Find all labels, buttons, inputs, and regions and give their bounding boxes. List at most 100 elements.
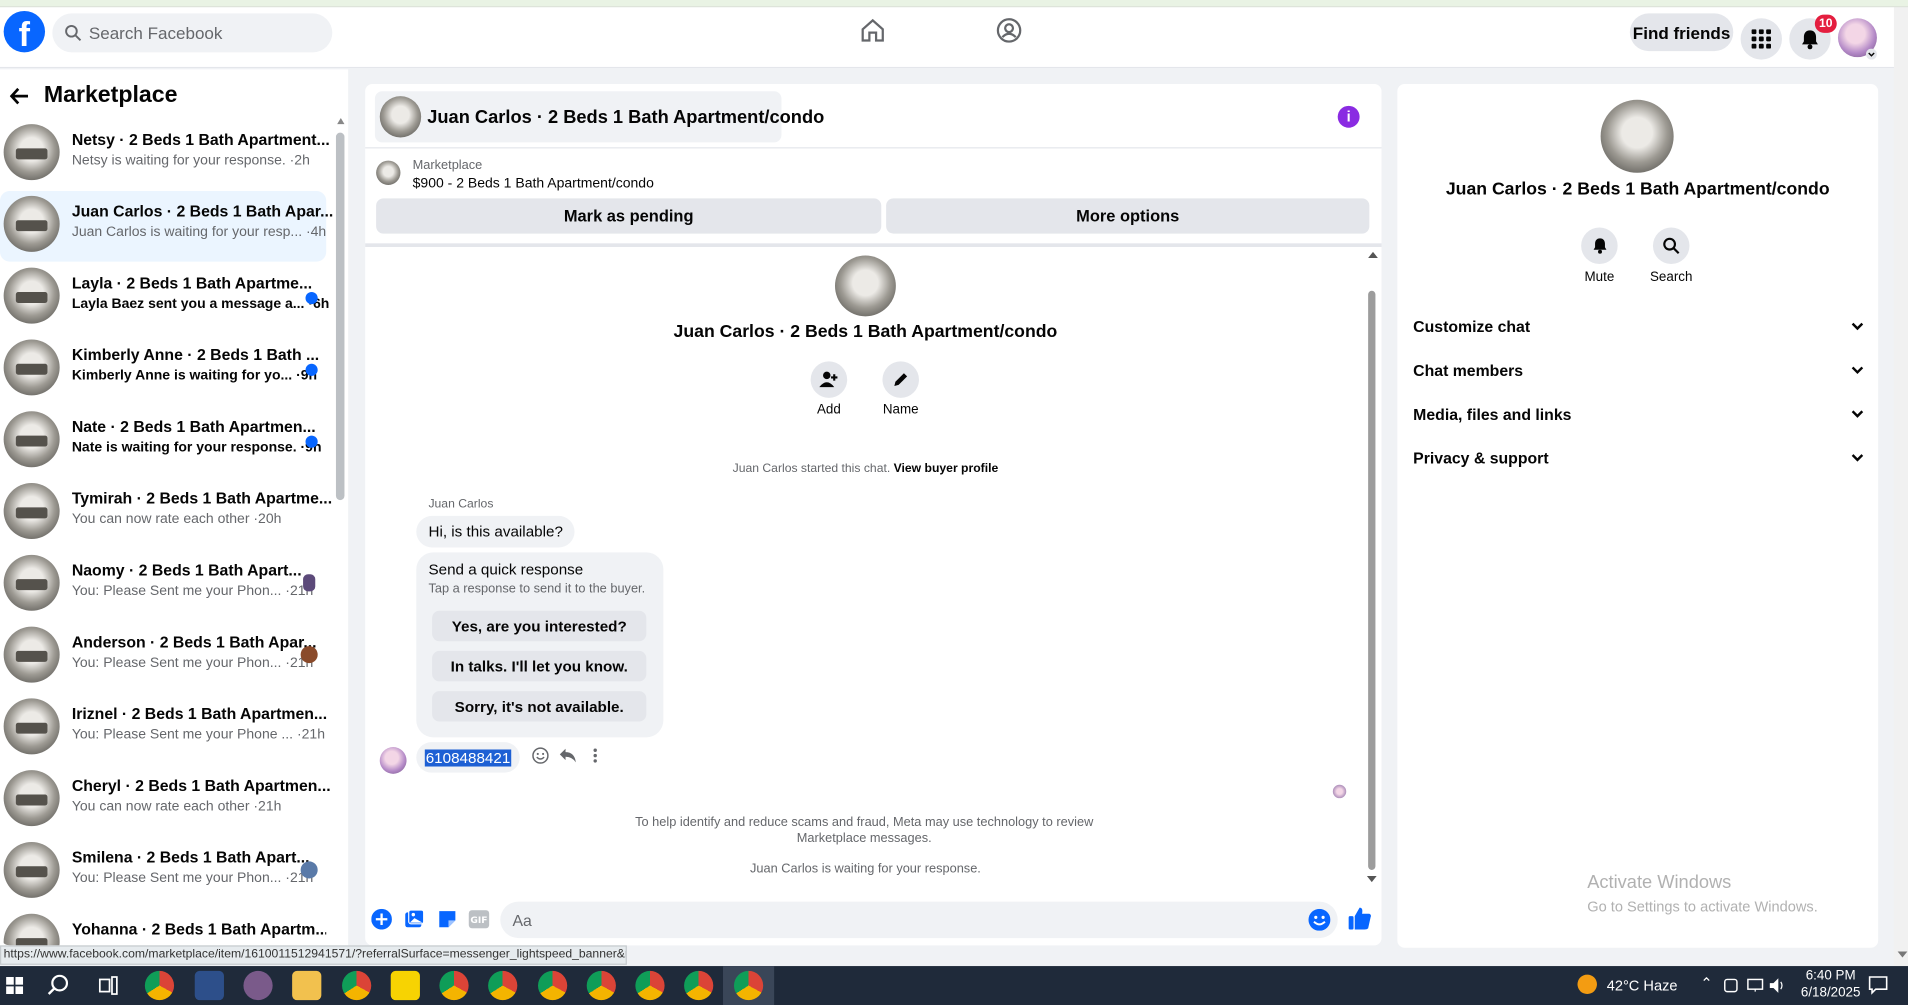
file-explorer-icon[interactable]	[292, 970, 322, 1001]
chrome-app-icon[interactable]	[144, 970, 175, 1001]
listing-avatar	[3, 913, 60, 946]
task-view-icon[interactable]	[98, 976, 118, 995]
chat-scroll-down[interactable]	[1366, 876, 1377, 883]
clock-date[interactable]: 6/18/2025	[1794, 986, 1867, 1001]
conversation-item[interactable]: Layla · 2 Beds 1 Bath Apartme... Layla Ba…	[0, 263, 329, 334]
menu-button[interactable]	[1740, 18, 1782, 60]
add-button[interactable]	[810, 361, 848, 398]
more-vertical-icon[interactable]	[592, 747, 599, 764]
notification-center-icon[interactable]	[1868, 976, 1888, 995]
home-icon[interactable]	[859, 17, 886, 44]
seen-avatar	[303, 574, 316, 592]
chrome-app-icon[interactable]	[488, 970, 518, 1001]
conversation-item[interactable]: Nate · 2 Beds 1 Bath Apartmen... Nate is …	[0, 406, 326, 477]
clock-time[interactable]: 6:40 PM	[1801, 968, 1859, 983]
unread-dot	[305, 292, 318, 305]
chat-details-pane	[1397, 83, 1879, 948]
network-icon[interactable]	[1747, 978, 1764, 993]
conversation-title: Iriznel · 2 Beds 1 Bath Apartmen...	[71, 704, 328, 723]
more-options-button[interactable]: More options	[886, 198, 1370, 234]
outgoing-message[interactable]: 6108488421	[416, 742, 520, 773]
back-arrow-icon[interactable]	[9, 86, 29, 105]
windows-start-icon[interactable]	[6, 977, 24, 995]
facebook-logo[interactable]: f	[3, 10, 46, 53]
scroll-up-arrow[interactable]	[337, 118, 345, 125]
react-emoji-icon[interactable]	[532, 747, 549, 764]
sender-name: Juan Carlos	[428, 497, 494, 512]
name-button[interactable]	[882, 361, 919, 398]
quick-reply-button[interactable]: Sorry, it's not available.	[432, 691, 647, 722]
page-scroll-down[interactable]	[1897, 951, 1908, 958]
listing-avatar	[3, 483, 60, 539]
chrome-app-icon[interactable]	[342, 970, 372, 1001]
chrome-app-icon[interactable]	[439, 970, 469, 1001]
message-input[interactable]: Aa	[500, 901, 1338, 939]
chevron-down-icon[interactable]	[1865, 48, 1877, 60]
media-files-links-section[interactable]: Media, files and links	[1413, 399, 1864, 428]
app-icon[interactable]	[243, 970, 273, 1001]
mark-as-pending-button[interactable]: Mark as pending	[376, 198, 882, 234]
conversation-item[interactable]: Naomy · 2 Beds 1 Bath Apart... You: Pleas…	[0, 550, 326, 621]
taskbar-search-icon[interactable]	[47, 974, 69, 997]
tray-chevron-icon[interactable]: ⌃	[1700, 975, 1712, 992]
quick-reply-button[interactable]: In talks. I'll let you know.	[432, 650, 647, 682]
tray-app-icon[interactable]	[1724, 978, 1739, 993]
conversation-item[interactable]: Iriznel · 2 Beds 1 Bath Apartmen... You: …	[0, 694, 328, 765]
listing-avatar	[3, 626, 60, 683]
weather-icon[interactable]	[1577, 974, 1597, 995]
conversation-item[interactable]: Yohanna · 2 Beds 1 Bath Apartm...	[0, 909, 326, 946]
search-input[interactable]: Search Facebook	[52, 13, 333, 53]
section-label: Media, files and links	[1413, 404, 1572, 423]
conversation-item[interactable]: Tymirah · 2 Beds 1 Bath Apartme... You ca…	[0, 478, 332, 549]
mute-button[interactable]	[1581, 227, 1618, 265]
selected-message-text: 6108488421	[424, 748, 512, 766]
emoji-icon[interactable]	[1308, 908, 1331, 931]
chrome-app-icon[interactable]	[538, 970, 568, 1001]
conversation-item[interactable]: Smilena · 2 Beds 1 Bath Apart... You: Ple…	[0, 837, 326, 908]
plus-circle-icon[interactable]	[371, 908, 392, 930]
photo-icon[interactable]	[404, 909, 425, 930]
conversation-list-scrollbar[interactable]	[335, 132, 345, 501]
sticker-icon[interactable]	[437, 909, 458, 930]
volume-icon[interactable]	[1769, 977, 1786, 994]
chat-header[interactable]: Juan Carlos · 2 Beds 1 Bath Apartment/co…	[374, 91, 824, 143]
conversation-item[interactable]: Netsy · 2 Beds 1 Bath Apartment... Netsy …	[0, 119, 330, 190]
customize-chat-section[interactable]: Customize chat	[1413, 311, 1864, 340]
chrome-app-icon[interactable]	[635, 970, 665, 1001]
conversation-item-active[interactable]: Juan Carlos · 2 Beds 1 Bath Apar... Juan …	[0, 191, 333, 262]
chat-scroll-up[interactable]	[1368, 251, 1378, 258]
chat-avatar	[379, 96, 422, 138]
incoming-message[interactable]: Hi, is this available?	[416, 515, 576, 548]
reply-icon[interactable]	[559, 747, 577, 764]
app-icon[interactable]	[194, 970, 224, 1001]
chat-started-text: Juan Carlos started this chat.	[732, 462, 891, 476]
listing-avatar	[3, 554, 60, 611]
listing-text[interactable]: $900 - 2 Beds 1 Bath Apartment/condo	[413, 176, 654, 191]
sticky-notes-icon[interactable]	[390, 970, 420, 1001]
chat-members-section[interactable]: Chat members	[1413, 355, 1864, 384]
page-scrollbar[interactable]	[1893, 7, 1908, 967]
listing-thumbnail	[376, 160, 401, 185]
conversation-item[interactable]: Anderson · 2 Beds 1 Bath Apar... You: Ple…	[0, 622, 326, 693]
activate-windows-subtitle: Go to Settings to activate Windows.	[1587, 897, 1818, 915]
groups-icon[interactable]	[996, 17, 1023, 44]
chrome-app-icon[interactable]	[586, 970, 616, 1001]
weather-text[interactable]: 42°C Haze	[1607, 977, 1678, 994]
search-in-chat-button[interactable]	[1652, 227, 1690, 265]
info-icon[interactable]: i	[1337, 105, 1360, 128]
chevron-down-icon	[1851, 365, 1864, 374]
unread-dot	[305, 363, 318, 376]
conversation-item[interactable]: Kimberly Anne · 2 Beds 1 Bath ... Kimberl…	[0, 335, 326, 406]
chrome-app-icon[interactable]	[684, 970, 714, 1001]
chat-scrollbar[interactable]	[1368, 290, 1376, 870]
thumbs-up-icon[interactable]	[1347, 906, 1371, 930]
read-receipt-avatar	[1332, 784, 1347, 799]
chrome-app-icon-active[interactable]	[733, 970, 764, 1001]
quick-reply-button[interactable]: Yes, are you interested?	[432, 610, 647, 642]
conversation-preview: Kimberly Anne is waiting for yo... ·9h	[71, 368, 318, 384]
privacy-support-section[interactable]: Privacy & support	[1413, 443, 1864, 472]
gif-icon[interactable]: GIF	[468, 910, 490, 929]
conversation-item[interactable]: Cheryl · 2 Beds 1 Bath Apartmen... You ca…	[0, 765, 331, 836]
view-buyer-profile-link[interactable]: View buyer profile	[894, 462, 999, 475]
find-friends-button[interactable]: Find friends	[1629, 13, 1734, 52]
